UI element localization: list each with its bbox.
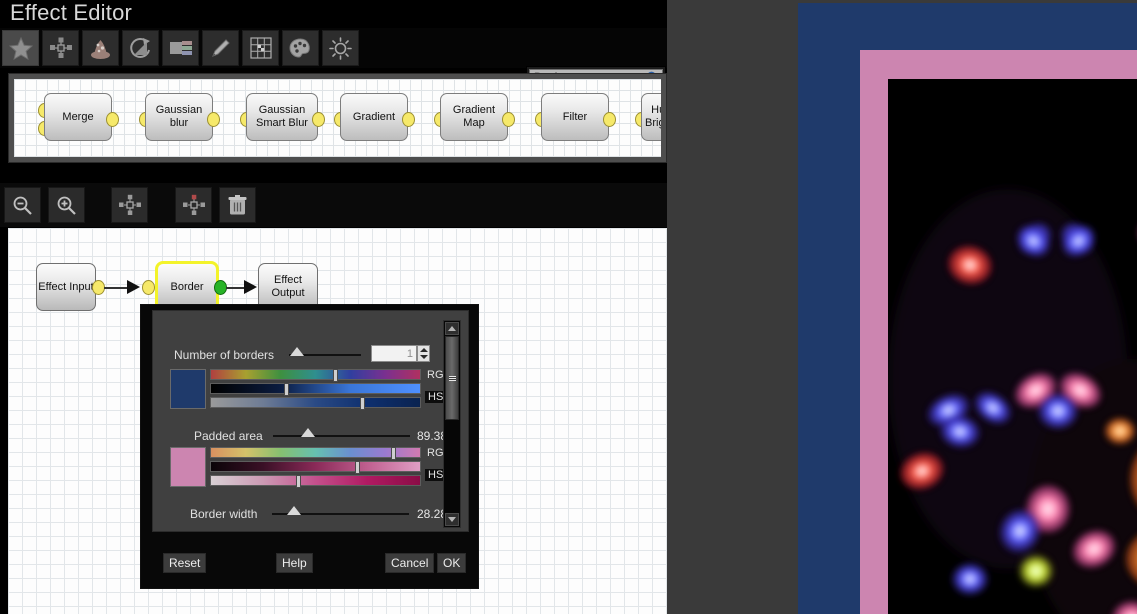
val-handle[interactable] (360, 397, 365, 410)
number-of-borders-stepper[interactable] (417, 345, 430, 362)
title-bar: Effect Editor (0, 0, 667, 28)
chevron-down-icon (448, 517, 456, 522)
scrollbar-up-arrow-icon[interactable] (445, 322, 459, 335)
scrollbar-thumb[interactable] (445, 336, 459, 420)
stepper-down-icon[interactable] (419, 355, 428, 360)
image-preview[interactable] (798, 3, 1137, 614)
padded-area-label: Padded area (194, 429, 263, 443)
arrange-nodes-icon[interactable] (111, 187, 148, 223)
palette-node-gradient[interactable]: Gradient (340, 93, 408, 141)
number-of-borders-slider-thumb[interactable] (290, 347, 304, 356)
ok-button[interactable]: OK (437, 553, 467, 573)
icon-toolbar: Border (0, 28, 667, 85)
sat-handle[interactable] (355, 461, 360, 474)
distort-icon[interactable] (82, 30, 119, 66)
help-button[interactable]: Help (276, 553, 313, 573)
palette-node-label: Hue Sat Brightness (645, 104, 661, 129)
zoom-in-icon[interactable] (48, 187, 85, 223)
number-of-borders-input[interactable]: 1 (371, 345, 417, 362)
palette-node-gaussian-smart-blur[interactable]: Gaussian Smart Blur (246, 93, 318, 141)
number-of-borders-label: Number of borders (174, 348, 275, 362)
effect-palette-canvas[interactable]: Merge Gaussian blur Gaussian Smart Blur … (14, 79, 661, 157)
preview-photo (888, 79, 1137, 614)
palette-node-label: Merge (62, 110, 94, 123)
val-handle[interactable] (296, 475, 301, 488)
padded-area-slider[interactable] (273, 435, 410, 437)
border-color-2-hue-slider[interactable] (210, 447, 421, 460)
graph-toolbar: Add Image (0, 183, 667, 407)
palette-port[interactable] (402, 112, 415, 127)
palette-node-label: Gaussian blur (155, 104, 203, 129)
graph-node-label: Border (170, 280, 204, 293)
trash-icon[interactable] (219, 187, 256, 223)
palette-node-label: Filter (562, 110, 588, 123)
nodes-graph-icon[interactable] (42, 30, 79, 66)
border-color-2-val-slider[interactable] (210, 475, 421, 488)
dialog-content: Number of borders 1 RGB HSV Padded area … (152, 310, 469, 532)
palette-port[interactable] (603, 112, 616, 127)
border-settings-dialog: Number of borders 1 RGB HSV Padded area … (140, 304, 479, 589)
graph-node-effect-input[interactable]: Effect Input (36, 263, 96, 311)
reset-button[interactable]: Reset (163, 553, 207, 573)
hue-handle[interactable] (391, 447, 396, 460)
hue-handle[interactable] (333, 369, 338, 382)
chevron-up-icon (448, 326, 456, 331)
border-color-2-sat-slider[interactable] (210, 461, 421, 474)
palette-icon[interactable] (282, 30, 319, 66)
palette-port[interactable] (106, 112, 119, 127)
palette-node-gaussian-blur[interactable]: Gaussian blur (145, 93, 213, 141)
zoom-out-icon[interactable] (4, 187, 41, 223)
brightness-sun-icon[interactable] (322, 30, 359, 66)
cancel-button[interactable]: Cancel (385, 553, 435, 573)
graph-arrow-icon (127, 280, 140, 294)
border-width-label: Border width (190, 507, 258, 521)
padded-area-slider-thumb[interactable] (301, 428, 315, 437)
border-color-1-hue-slider[interactable] (210, 369, 421, 382)
gradient-layers-icon[interactable] (162, 30, 199, 66)
neon-flowers-artwork (888, 79, 1137, 614)
border-color-1-swatch[interactable] (170, 369, 206, 409)
scrollbar-down-arrow-icon[interactable] (445, 513, 459, 526)
rotate-icon[interactable] (122, 30, 159, 66)
app-root: Effect Editor Merge Gaussian blur Gaussi… (0, 0, 1137, 614)
page-title: Effect Editor (10, 0, 133, 25)
effect-editor-panel: Effect Editor Merge Gaussian blur Gaussi… (0, 0, 667, 614)
palette-node-hue-sat-brightness[interactable]: Hue Sat Brightness (641, 93, 661, 141)
sat-handle[interactable] (284, 383, 289, 396)
palette-port[interactable] (207, 112, 220, 127)
stepper-up-icon[interactable] (419, 347, 428, 352)
graph-input-port[interactable] (142, 280, 155, 295)
effect-palette[interactable]: Merge Gaussian blur Gaussian Smart Blur … (8, 73, 667, 163)
palette-port[interactable] (502, 112, 515, 127)
border-width-slider-thumb[interactable] (287, 506, 301, 515)
palette-node-label: Gaussian Smart Blur (256, 104, 308, 129)
dialog-scrollbar[interactable] (443, 320, 461, 528)
border-color-1-val-slider[interactable] (210, 397, 421, 410)
palette-node-gradient-map[interactable]: Gradient Map (440, 93, 508, 141)
palette-node-filter[interactable]: Filter (541, 93, 609, 141)
favorites-star-icon[interactable] (2, 30, 39, 66)
border-color-2-swatch[interactable] (170, 447, 206, 487)
palette-node-label: Gradient (352, 110, 396, 123)
graph-node-label: Effect Output (271, 274, 305, 299)
scrollbar-grip-icon (448, 375, 456, 381)
border-color-1-sat-slider[interactable] (210, 383, 421, 396)
palette-port[interactable] (312, 112, 325, 127)
graph-arrow-icon (244, 280, 257, 294)
arrange-nodes-selected-icon[interactable] (175, 187, 212, 223)
preview-inner-border (860, 50, 1137, 614)
palette-node-merge[interactable]: Merge (44, 93, 112, 141)
graph-node-label: Effect Input (38, 280, 94, 293)
pencil-icon[interactable] (202, 30, 239, 66)
palette-node-label: Gradient Map (452, 104, 496, 129)
checker-grid-icon[interactable] (242, 30, 279, 66)
